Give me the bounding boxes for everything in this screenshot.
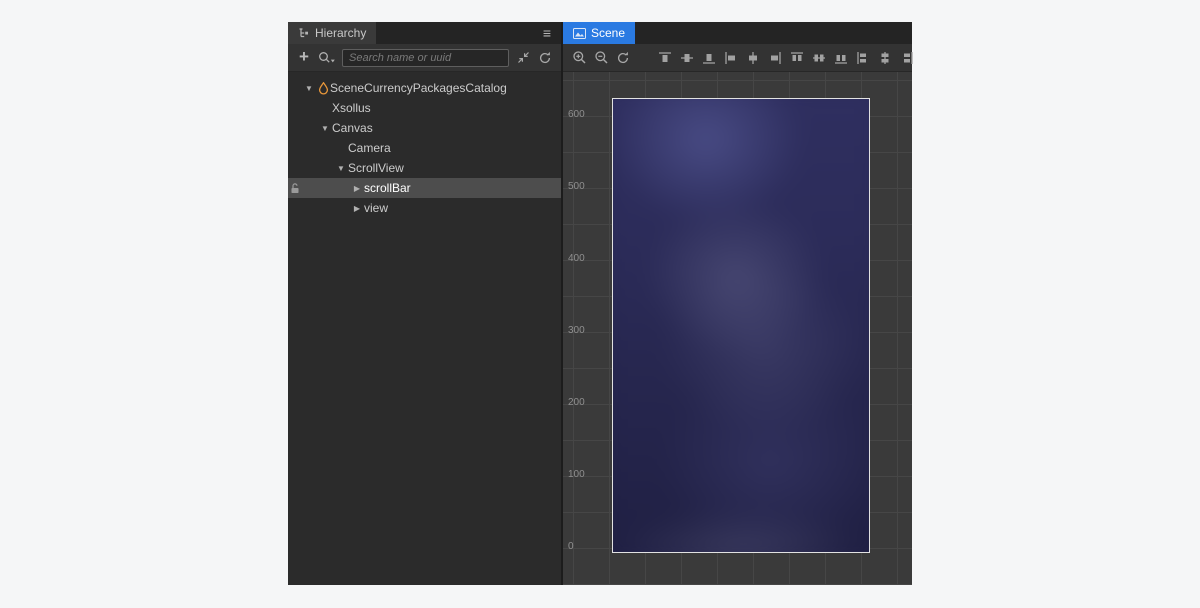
distribute-bottom-icon[interactable] xyxy=(833,48,849,68)
refresh-icon[interactable] xyxy=(537,48,553,68)
tabbar-spacer xyxy=(376,22,532,44)
tab-scene[interactable]: Scene xyxy=(563,22,635,44)
caret-right-icon[interactable]: ▶ xyxy=(350,184,364,193)
tab-hierarchy[interactable]: Hierarchy xyxy=(288,22,376,44)
caret-down-icon[interactable]: ▼ xyxy=(302,84,316,93)
align-h-center-icon[interactable] xyxy=(745,48,761,68)
tab-hierarchy-label: Hierarchy xyxy=(315,26,366,40)
unlock-icon xyxy=(288,183,302,194)
ruler-label: 300 xyxy=(568,326,585,336)
search-filter-icon[interactable] xyxy=(318,48,336,68)
align-right-icon[interactable] xyxy=(767,48,783,68)
caret-down-icon[interactable]: ▼ xyxy=(318,124,332,133)
tree-item-Xsollus[interactable]: Xsollus xyxy=(288,98,561,118)
distribute-left-icon[interactable] xyxy=(855,48,871,68)
scene-tabbar: Scene xyxy=(563,22,912,44)
ruler-label: 200 xyxy=(568,398,585,408)
panel-menu-icon[interactable]: ≡ xyxy=(533,22,561,44)
tree-item-label: ScrollView xyxy=(348,161,404,175)
editor-window: Hierarchy ≡ + xyxy=(288,22,912,585)
ruler-label: 100 xyxy=(568,470,585,480)
hierarchy-tabbar: Hierarchy ≡ xyxy=(288,22,561,44)
distribute-top-icon[interactable] xyxy=(789,48,805,68)
ruler-label: 600 xyxy=(568,110,585,120)
distribute-right-icon[interactable] xyxy=(899,48,915,68)
tree-item-label: view xyxy=(364,201,388,215)
align-v-center-icon[interactable] xyxy=(679,48,695,68)
tree-item-scrollBar[interactable]: ▶scrollBar xyxy=(288,178,561,198)
tree-item-Canvas[interactable]: ▼Canvas xyxy=(288,118,561,138)
distribute-h-center-icon[interactable] xyxy=(877,48,893,68)
zoom-out-icon[interactable] xyxy=(593,48,609,68)
tree-item-label: Camera xyxy=(348,141,391,155)
hierarchy-tree-icon xyxy=(298,27,310,39)
caret-right-icon[interactable]: ▶ xyxy=(350,204,364,213)
tree-item-label: Xsollus xyxy=(332,101,371,115)
scene-content[interactable] xyxy=(612,98,870,553)
scene-panel: Scene xyxy=(563,22,912,585)
align-bottom-icon[interactable] xyxy=(701,48,717,68)
tree-item-view[interactable]: ▶view xyxy=(288,198,561,218)
ruler-label: 0 xyxy=(568,542,574,552)
zoom-in-icon[interactable] xyxy=(571,48,587,68)
distribute-v-center-icon[interactable] xyxy=(811,48,827,68)
collapse-all-icon[interactable] xyxy=(515,48,531,68)
hierarchy-tree: ▼SceneCurrencyPackagesCatalogXsollus▼Can… xyxy=(288,72,561,585)
ruler-label: 400 xyxy=(568,254,585,264)
tree-item-SceneCurrencyPackagesCatalog[interactable]: ▼ SceneCurrencyPackagesCatalog xyxy=(288,78,561,98)
tree-item-label: scrollBar xyxy=(364,181,411,195)
add-node-button[interactable]: + xyxy=(296,47,312,67)
tree-item-Camera[interactable]: Camera xyxy=(288,138,561,158)
tree-item-label: Canvas xyxy=(332,121,373,135)
scene-image-icon xyxy=(573,28,586,39)
align-left-icon[interactable] xyxy=(723,48,739,68)
align-tools-group xyxy=(657,48,915,68)
tree-item-label: SceneCurrencyPackagesCatalog xyxy=(330,81,507,95)
flame-icon xyxy=(316,82,330,95)
hierarchy-toolbar: + xyxy=(288,44,561,72)
scene-canvas[interactable]: 600 500 400 300 200 100 0 xyxy=(563,72,912,585)
search-input[interactable] xyxy=(342,49,509,67)
align-top-icon[interactable] xyxy=(657,48,673,68)
tree-item-ScrollView[interactable]: ▼ScrollView xyxy=(288,158,561,178)
scene-toolbar xyxy=(563,44,912,72)
tab-scene-label: Scene xyxy=(591,26,625,40)
ruler-label: 500 xyxy=(568,182,585,192)
rotate-view-icon[interactable] xyxy=(615,48,631,68)
hierarchy-panel: Hierarchy ≡ + xyxy=(288,22,563,585)
scene-preview-image xyxy=(612,98,870,553)
caret-down-icon[interactable]: ▼ xyxy=(334,164,348,173)
